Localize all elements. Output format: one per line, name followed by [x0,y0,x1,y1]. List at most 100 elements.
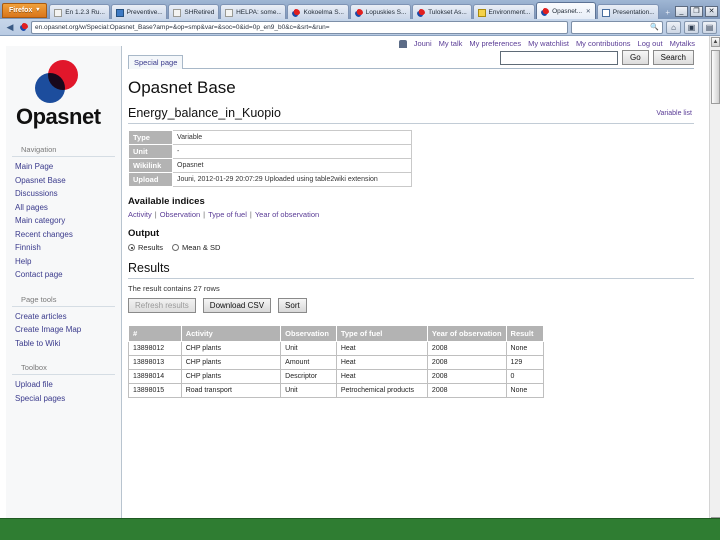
sidebar-heading-toolbox: Toolbox [12,354,115,375]
browser-search-input[interactable]: 🔍 [571,20,663,34]
sidebar-item-main-page[interactable]: Main Page [15,160,121,174]
wiki-page: Jouni My talk My preferences My watchlis… [0,36,709,528]
close-tab-icon[interactable]: ✕ [586,8,591,15]
vertical-scrollbar[interactable]: ▲ ▼ [709,36,720,528]
browser-tab[interactable]: Preventive... [110,4,168,19]
page-tool-create-articles[interactable]: Create articles [15,310,121,324]
index-link-activity[interactable]: Activity [128,210,152,219]
sidebar-page-tools-list: Create articles Create Image Map Table to … [6,310,121,355]
page-tool-create-image-map[interactable]: Create Image Map [15,323,121,337]
browser-tab-label: Kokoelma S... [303,9,344,16]
tab-special-page[interactable]: Special page [128,55,184,69]
table-cell: Road transport [180,383,282,398]
opasnet-icon [354,8,363,17]
grid-icon [601,8,610,17]
site-logo[interactable]: Opasnet [6,46,121,136]
browser-tab[interactable]: HELPA: some... [220,4,287,19]
metadata-row: Upload Jouni, 2012-01-29 20:07:29 Uploade… [128,172,412,187]
table-row: 13898015 Road transport Unit Petrochemical … [128,383,545,398]
column-header[interactable]: Result [505,325,545,342]
browser-tab[interactable]: Tulokset As... [412,4,472,19]
table-header-row: # Activity Observation Type of fuel Year of … [128,325,545,342]
browser-tab[interactable]: Opasnet... ✕ [536,2,596,19]
table-cell: 2008 [426,355,507,370]
firefox-menu-button[interactable]: Firefox ▾ [2,3,48,18]
sidebar-item-help[interactable]: Help [15,255,121,269]
radio-button[interactable] [128,244,135,251]
close-window-button[interactable]: ✕ [705,6,718,17]
home-icon[interactable]: ⌂ [666,20,681,34]
browser-tab-label: SHRetired [184,9,215,16]
new-tab-button[interactable]: + [660,8,675,19]
window-controls: _ ❐ ✕ [675,6,720,19]
browser-tab[interactable]: Environment... [472,4,536,19]
scrollbar-thumb[interactable] [711,50,720,104]
page-tool-table-to-wiki[interactable]: Table to Wiki [15,337,121,351]
wiki-search-input[interactable] [499,50,618,65]
column-header[interactable]: Activity [180,325,282,342]
table-row: 13898014 CHP plants Descriptor Heat 2008 0 [128,369,545,384]
variable-list-link[interactable]: Variable list [656,110,692,117]
table-cell: Amount [280,355,337,370]
sidebar-item-finnish[interactable]: Finnish [15,241,121,255]
minimize-button[interactable]: _ [675,6,688,17]
metadata-value: Opasnet [172,158,412,173]
download-csv-button[interactable]: Download CSV [202,298,272,313]
browser-tab[interactable]: Kokoelma S... [287,4,349,19]
sidebar-toolbox-list: Upload file Special pages [6,378,121,409]
sidebar-item-contact-page[interactable]: Contact page [15,268,121,282]
go-button[interactable]: Go [621,50,649,65]
metadata-row: Wikilink Opasnet [128,158,412,173]
browser-tab[interactable]: En 1.2.3 Ru... [49,4,110,19]
metadata-value: Variable [172,130,412,145]
scroll-up-arrow-icon[interactable]: ▲ [711,37,720,47]
sidebar-item-main-category[interactable]: Main category [15,214,121,228]
sidebar-item-recent-changes[interactable]: Recent changes [15,228,121,242]
maximize-button[interactable]: ❐ [690,6,703,17]
browser-tab[interactable]: Presentation... [596,4,660,19]
metadata-label: Unit [128,144,173,159]
blue-icon [115,8,124,17]
index-link-observation[interactable]: Observation [160,210,200,219]
radio-button[interactable] [172,244,180,251]
opasnet-icon [292,8,301,17]
column-header[interactable]: Observation [280,325,337,342]
bookmark-icon[interactable]: ▤ [702,20,717,34]
feed-icon[interactable]: ▣ [684,20,699,34]
column-header[interactable]: # [128,325,182,342]
sidebar-item-all-pages[interactable]: All pages [15,201,121,215]
indices-separator: | [249,210,252,219]
browser-tab-label: En 1.2.3 Ru... [65,9,105,16]
output-option-results[interactable]: Results [128,243,163,252]
table-cell: CHP plants [180,355,282,370]
doc-icon [225,8,234,17]
output-option-mean-sd[interactable]: Mean & SD [172,243,220,252]
back-icon[interactable]: ◀ [3,21,17,34]
table-cell: Unit [280,341,337,356]
firefox-menu-label: Firefox [9,7,33,14]
sort-button[interactable]: Sort [278,298,307,313]
search-button[interactable]: Search [652,50,694,65]
url-text: en.opasnet.org/w/Special:Opasnet_Base?am… [35,23,330,31]
index-link-year-of-observation[interactable]: Year of observation [255,210,319,219]
sidebar-item-discussions[interactable]: Discussions [15,187,121,201]
radio-label: Results [138,243,164,252]
table-cell: 2008 [426,383,507,398]
table-cell: 13898013 [128,355,182,370]
address-bar[interactable]: en.opasnet.org/w/Special:Opasnet_Base?am… [31,20,568,34]
metadata-value: Jouni, 2012-01-29 20:07:29 Uploaded usin… [172,172,412,187]
chevron-down-icon: ▾ [36,7,40,13]
browser-tab[interactable]: Lopuskies S... [349,4,412,19]
sidebar-item-opasnet-base[interactable]: Opasnet Base [15,174,121,188]
table-cell: 2008 [426,341,507,356]
page-title: Opasnet Base [128,78,236,97]
column-header[interactable]: Type of fuel [335,325,428,342]
browser-tab[interactable]: SHRetired [168,4,220,19]
index-link-type-of-fuel[interactable]: Type of fuel [208,210,247,219]
toolbox-item-upload-file[interactable]: Upload file [15,378,121,392]
toolbox-item-special-pages[interactable]: Special pages [15,392,121,406]
column-header[interactable]: Year of observation [426,325,507,342]
table-cell: Unit [280,383,337,398]
tab-strip: Firefox ▾ En 1.2.3 Ru... Preventive... SHR… [0,0,720,19]
opasnet-icon [417,8,426,17]
